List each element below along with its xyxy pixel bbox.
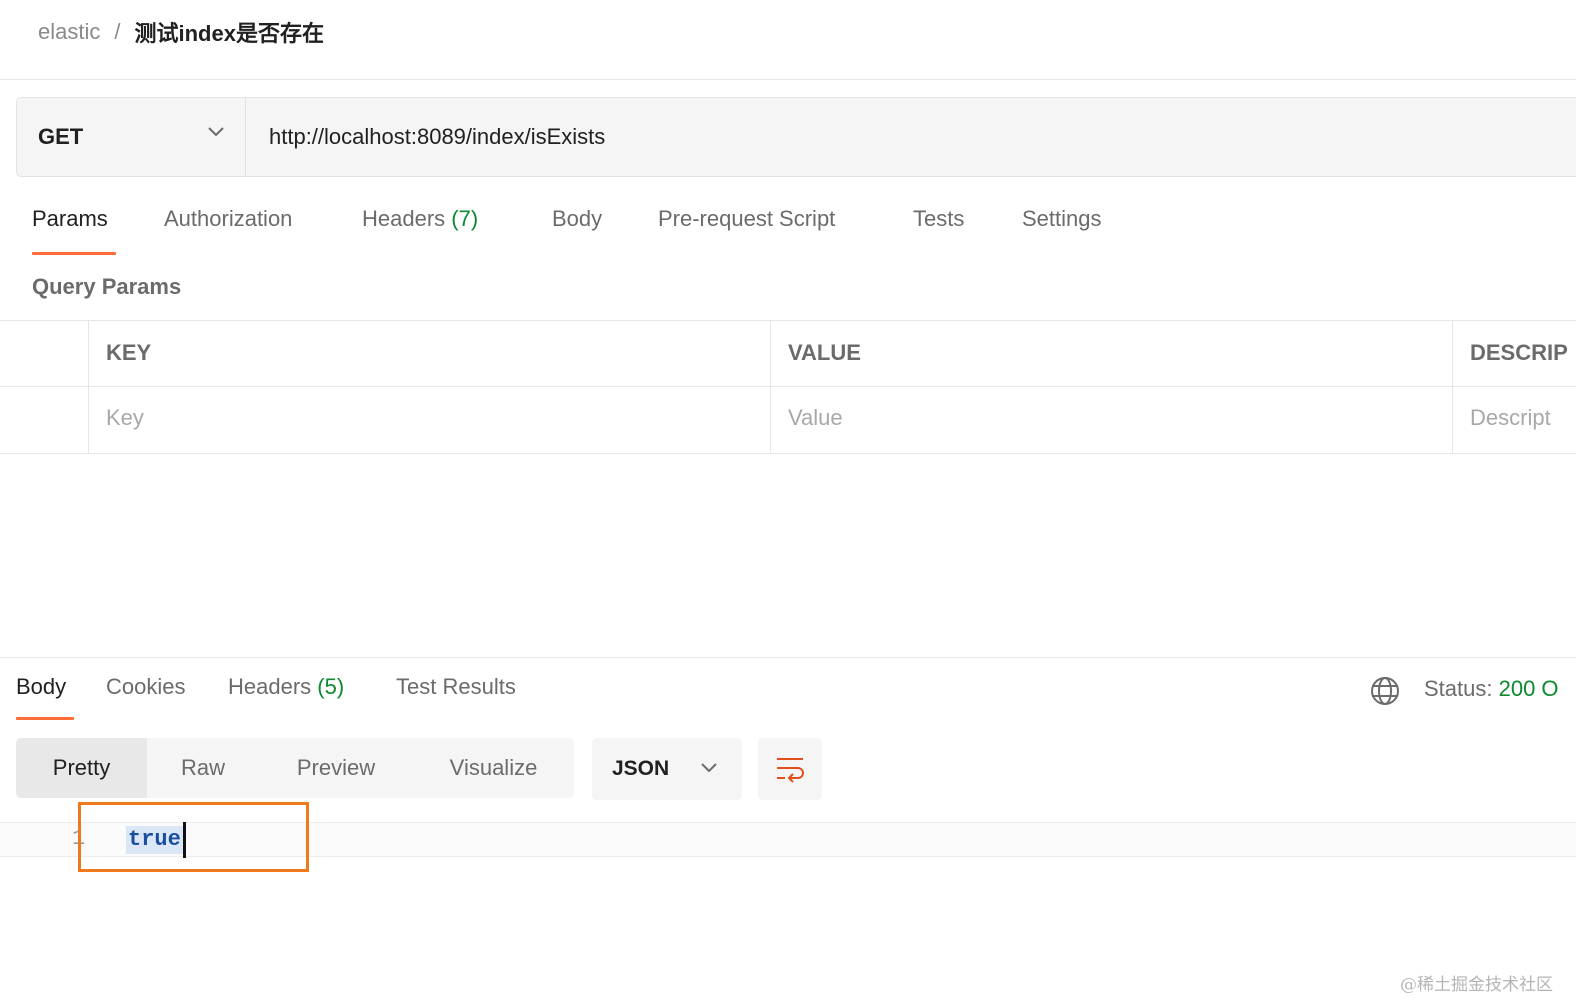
table-border [88,320,89,454]
wrap-lines-icon [777,758,804,783]
chevron-down-icon [701,763,717,773]
tab-label: Body [16,674,67,699]
format-pretty-button[interactable]: Pretty [16,738,147,798]
tab-body[interactable]: Body [552,206,602,242]
watermark: @稀土掘金技术社区 [1400,975,1553,995]
body-format-toggle: Pretty Raw Preview Visualize [16,738,574,798]
language-select[interactable]: JSON [592,738,742,800]
response-status[interactable]: Status: 200 O [1424,676,1559,702]
tab-label: Body [552,206,603,231]
column-header-value: VALUE [788,340,861,365]
tab-label: Params [32,206,108,231]
tab-headers[interactable]: Headers (7) [362,206,478,242]
language-label: JSON [612,757,670,780]
query-params-table: KEY VALUE DESCRIP [0,320,1576,454]
wrap-lines-button[interactable] [758,738,822,800]
tab-label: Authorization [164,206,293,231]
response-tab-headers[interactable]: Headers (5) [228,674,344,710]
response-tab-body[interactable]: Body [16,674,66,710]
breadcrumb-collection[interactable]: elastic [38,19,100,45]
table-border [0,320,1576,321]
breadcrumb-separator: / [114,19,121,44]
format-visualize-button[interactable]: Visualize [413,738,574,798]
tab-label: Cookies [106,674,186,699]
format-raw-button[interactable]: Raw [147,738,259,798]
headers-count-badge: (5) [317,674,345,699]
request-name[interactable]: 测试index是否存在 [134,16,323,48]
annotation-highlight-box [78,802,309,872]
response-tab-cookies[interactable]: Cookies [106,674,185,710]
method-label: GET [38,124,84,149]
status-code: 200 O [1498,676,1559,701]
tab-label: Tests [913,206,965,231]
status-label: Status: [1424,676,1493,701]
table-border [1452,320,1453,454]
table-border [0,386,1576,387]
header-divider [0,79,1576,80]
request-url-bar: GET [16,97,1576,177]
param-description-input[interactable] [1470,400,1574,436]
tab-pre-request-script[interactable]: Pre-request Script [658,206,835,242]
column-header-key: KEY [106,340,152,365]
headers-count-badge: (7) [451,206,479,231]
tab-params[interactable]: Params [32,206,108,242]
tab-label: Settings [1022,206,1102,231]
active-tab-indicator [16,717,74,720]
response-tab-test-results[interactable]: Test Results [396,674,516,710]
table-border [0,453,1576,454]
tab-label: Test Results [396,674,516,699]
param-key-input[interactable] [106,400,746,436]
format-preview-button[interactable]: Preview [259,738,413,798]
query-params-title: Query Params [32,274,182,299]
globe-icon[interactable] [1369,675,1401,707]
url-input[interactable] [269,118,1469,156]
breadcrumb: elastic / 测试index是否存在 [38,16,324,48]
tab-label: Headers [228,674,312,699]
table-border [770,320,771,454]
tab-tests[interactable]: Tests [913,206,964,242]
tab-settings[interactable]: Settings [1022,206,1102,242]
tab-label: Headers [362,206,446,231]
param-value-input[interactable] [788,400,1428,436]
chevron-down-icon [208,127,224,137]
response-divider[interactable] [0,657,1576,658]
column-header-description: DESCRIP [1470,340,1568,365]
tab-authorization[interactable]: Authorization [164,206,292,242]
method-select[interactable]: GET [17,98,246,176]
active-tab-indicator [32,252,116,255]
tab-label: Pre-request Script [658,206,836,231]
